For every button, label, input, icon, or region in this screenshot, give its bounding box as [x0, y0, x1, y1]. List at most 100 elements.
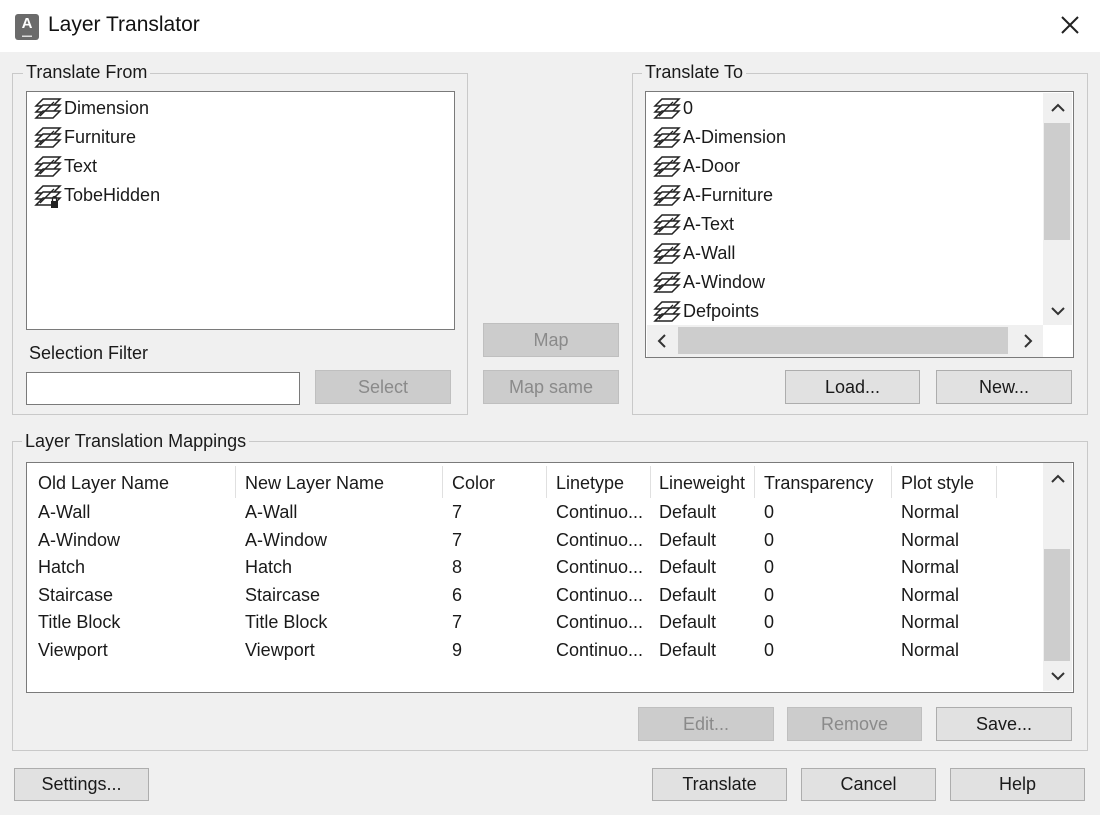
layer-name: TobeHidden	[64, 185, 161, 205]
column-separator[interactable]	[754, 466, 755, 498]
transparency-cell: 0	[764, 529, 775, 550]
layer-icon	[34, 155, 62, 177]
to-layer-item[interactable]: A-Wall	[652, 239, 735, 268]
map-button[interactable]: Map	[483, 323, 619, 357]
scrollbar-thumb[interactable]	[1044, 123, 1070, 240]
column-header-linetype[interactable]: Linetype	[556, 470, 648, 496]
save-button[interactable]: Save...	[936, 707, 1072, 741]
lineweight-cell: Default	[659, 557, 717, 578]
settings-button[interactable]: Settings...	[14, 768, 149, 801]
locked-layer-icon	[34, 184, 62, 208]
scroll-down-icon[interactable]	[1043, 661, 1072, 691]
mappings-vertical-scrollbar[interactable]	[1043, 463, 1072, 691]
old-layer-name-cell: Hatch	[38, 557, 86, 578]
translate-to-list[interactable]: 0 A-Dimension A-Door A-Furniture A-Text A-Wal…	[645, 91, 1074, 358]
old-layer-name-cell: A-Wall	[38, 502, 91, 522]
lineweight-cell: Default	[659, 584, 717, 605]
to-layer-item[interactable]: A-Text	[652, 210, 734, 239]
translate-to-label: Translate To	[642, 62, 747, 83]
layer-icon	[653, 300, 681, 322]
layer-name: Furniture	[64, 127, 137, 147]
to-layer-item[interactable]: 0	[652, 94, 693, 123]
app-icon: A ▬▬	[15, 14, 39, 40]
load-button[interactable]: Load...	[785, 370, 920, 404]
old-layer-name-cell: Title Block	[38, 612, 121, 633]
linetype-cell: Continuo...	[556, 640, 644, 660]
layer-name: Defpoints	[683, 301, 760, 321]
column-header-plot-style[interactable]: Plot style	[901, 470, 995, 496]
old-layer-name-cell: Staircase	[38, 584, 114, 605]
translate-button[interactable]: Translate	[652, 768, 787, 801]
from-layer-item[interactable]: Text	[33, 152, 97, 181]
new-layer-name-cell: A-Window	[245, 529, 328, 550]
column-separator[interactable]	[650, 466, 651, 498]
scroll-left-icon[interactable]	[647, 325, 677, 357]
window-title: Layer Translator	[48, 13, 200, 36]
column-separator[interactable]	[891, 466, 892, 498]
linetype-cell: Continuo...	[556, 584, 644, 605]
layer-icon	[653, 155, 681, 177]
new-layer-name-cell: Title Block	[245, 612, 328, 633]
layer-name: Text	[64, 156, 98, 176]
to-layer-item[interactable]: A-Door	[652, 152, 740, 181]
transparency-cell: 0	[764, 584, 775, 605]
mappings-label: Layer Translation Mappings	[22, 431, 250, 452]
new-button[interactable]: New...	[936, 370, 1072, 404]
from-layer-item[interactable]: Furniture	[33, 123, 136, 152]
translate-from-list[interactable]: Dimension Furniture Text TobeHidden	[26, 91, 455, 330]
color-cell: 7	[452, 502, 463, 522]
linetype-cell: Continuo...	[556, 612, 644, 633]
to-layer-item[interactable]: Defpoints	[652, 297, 759, 326]
plot-style-cell: Normal	[901, 557, 960, 578]
column-separator[interactable]	[996, 466, 997, 498]
plot-style-cell: Normal	[901, 640, 960, 660]
cancel-button[interactable]: Cancel	[801, 768, 936, 801]
scrollbar-thumb[interactable]	[1044, 549, 1070, 661]
translate-to-horizontal-scrollbar[interactable]	[647, 325, 1043, 357]
layer-name: A-Text	[683, 214, 735, 234]
layer-icon	[653, 271, 681, 293]
column-separator[interactable]	[442, 466, 443, 498]
remove-button[interactable]: Remove	[787, 707, 922, 741]
transparency-cell: 0	[764, 557, 775, 578]
select-button[interactable]: Select	[315, 370, 451, 404]
column-header-old-layer-name[interactable]: Old Layer Name	[38, 470, 233, 496]
map-same-button[interactable]: Map same	[483, 370, 619, 404]
layer-name: A-Window	[683, 272, 766, 292]
plot-style-cell: Normal	[901, 584, 960, 605]
help-button[interactable]: Help	[950, 768, 1085, 801]
transparency-cell: 0	[764, 502, 775, 522]
column-separator[interactable]	[235, 466, 236, 498]
close-icon[interactable]	[1055, 10, 1085, 40]
translate-to-vertical-scrollbar[interactable]	[1043, 93, 1072, 325]
from-layer-item[interactable]: TobeHidden	[33, 181, 160, 210]
selection-filter-input[interactable]	[26, 372, 300, 405]
to-layer-item[interactable]: A-Dimension	[652, 123, 786, 152]
column-separator[interactable]	[546, 466, 547, 498]
layer-icon	[653, 97, 681, 119]
new-layer-name-cell: A-Wall	[245, 502, 298, 522]
edit-button[interactable]: Edit...	[638, 707, 774, 741]
scrollbar-thumb[interactable]	[678, 327, 1008, 354]
column-header-transparency[interactable]: Transparency	[764, 470, 890, 496]
layer-icon	[653, 184, 681, 206]
scroll-up-icon[interactable]	[1043, 93, 1072, 123]
layer-name: A-Wall	[683, 243, 736, 263]
scroll-right-icon[interactable]	[1013, 325, 1043, 357]
new-layer-name-cell: Staircase	[245, 584, 321, 605]
lineweight-cell: Default	[659, 502, 717, 522]
old-layer-name-cell: A-Window	[38, 529, 121, 550]
new-layer-name-cell: Viewport	[245, 640, 315, 660]
column-header-lineweight[interactable]: Lineweight	[659, 470, 753, 496]
scroll-up-icon[interactable]	[1043, 463, 1072, 495]
to-layer-item[interactable]: A-Window	[652, 268, 765, 297]
column-header-new-layer-name[interactable]: New Layer Name	[245, 470, 440, 496]
to-layer-item[interactable]: A-Furniture	[652, 181, 773, 210]
scroll-down-icon[interactable]	[1043, 297, 1072, 325]
linetype-cell: Continuo...	[556, 557, 644, 578]
old-layer-name-cell: Viewport	[38, 640, 108, 660]
transparency-cell: 0	[764, 612, 775, 633]
color-cell: 6	[452, 584, 463, 605]
column-header-color[interactable]: Color	[452, 470, 544, 496]
from-layer-item[interactable]: Dimension	[33, 94, 149, 123]
